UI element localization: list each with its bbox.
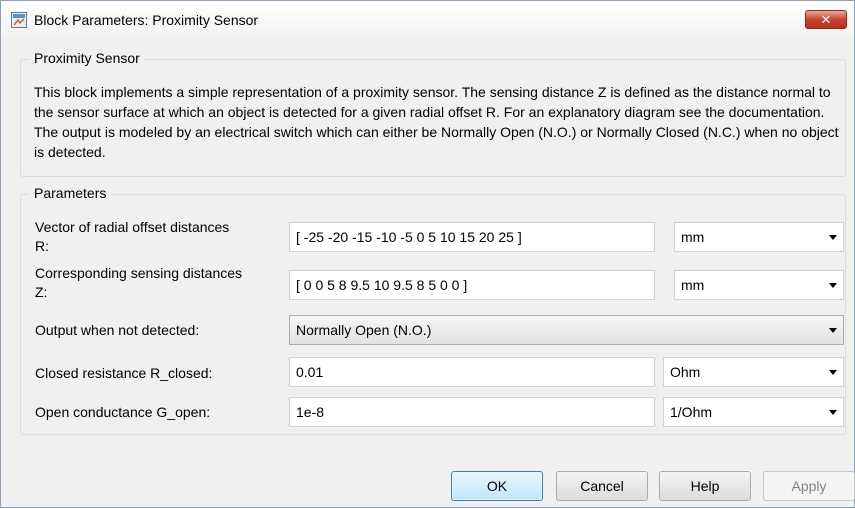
open-conductance-unit: 1/Ohm xyxy=(670,404,713,420)
open-conductance-label: Open conductance G_open: xyxy=(35,404,211,420)
output-not-detected-select[interactable]: Normally Open (N.O.) xyxy=(289,315,844,345)
sensing-distance-label-line2: Z: xyxy=(35,284,48,300)
block-parameters-dialog: Block Parameters: Proximity Sensor ✕ Pro… xyxy=(0,0,855,508)
radial-offset-unit: mm xyxy=(681,229,705,245)
closed-resistance-label: Closed resistance R_closed: xyxy=(35,365,213,381)
sensing-distance-label-line1: Corresponding sensing distances xyxy=(35,265,243,281)
closed-resistance-input[interactable]: 0.01 xyxy=(289,357,655,387)
output-not-detected-value: Normally Open (N.O.) xyxy=(296,322,432,338)
simulink-block-icon xyxy=(11,12,27,28)
parameters-group-title: Parameters xyxy=(29,185,112,201)
window-title: Block Parameters: Proximity Sensor xyxy=(34,12,259,28)
chevron-down-icon xyxy=(829,328,837,333)
closed-resistance-unit-select[interactable]: Ohm xyxy=(663,357,844,387)
radial-offset-label-line1: Vector of radial offset distances xyxy=(35,219,230,235)
sensing-distance-unit: mm xyxy=(681,277,705,293)
radial-offset-label-line2: R: xyxy=(35,238,49,254)
chevron-down-icon xyxy=(829,235,837,240)
chevron-down-icon xyxy=(829,283,837,288)
cancel-button[interactable]: Cancel xyxy=(556,471,648,501)
close-button[interactable]: ✕ xyxy=(805,10,847,29)
sensing-distance-input[interactable]: [ 0 0 5 8 9.5 10 9.5 8 5 0 0 ] xyxy=(289,270,655,300)
radial-offset-unit-select[interactable]: mm xyxy=(674,222,844,252)
chevron-down-icon xyxy=(829,370,837,375)
help-button[interactable]: Help xyxy=(659,471,751,501)
chevron-down-icon xyxy=(829,410,837,415)
close-icon: ✕ xyxy=(820,12,832,27)
sensing-distance-unit-select[interactable]: mm xyxy=(674,270,844,300)
open-conductance-unit-select[interactable]: 1/Ohm xyxy=(663,397,844,427)
apply-button[interactable]: Apply xyxy=(763,471,855,501)
closed-resistance-unit: Ohm xyxy=(670,364,701,380)
block-description: This block implements a simple represent… xyxy=(34,84,839,160)
output-not-detected-label: Output when not detected: xyxy=(35,322,200,338)
description-group-title: Proximity Sensor xyxy=(29,50,145,66)
title-bar[interactable]: Block Parameters: Proximity Sensor ✕ xyxy=(1,1,854,39)
open-conductance-input[interactable]: 1e-8 xyxy=(289,397,655,427)
radial-offset-input[interactable]: [ -25 -20 -15 -10 -5 0 5 10 15 20 25 ] xyxy=(289,222,655,252)
ok-button[interactable]: OK xyxy=(451,471,543,501)
